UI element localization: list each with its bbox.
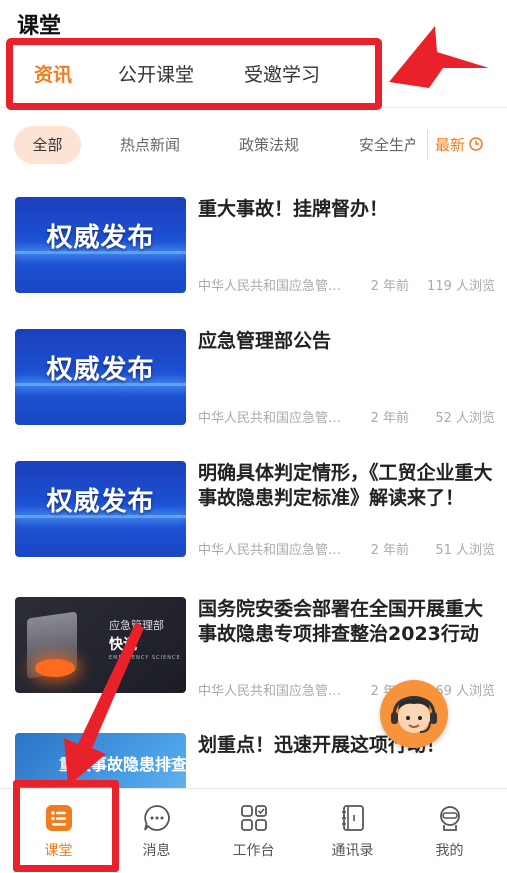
- highlight-box-tabs: [6, 38, 382, 110]
- news-views: 119 人浏览: [427, 279, 495, 294]
- nav-workbench[interactable]: 工作台: [203, 789, 304, 873]
- news-source: 中华人民共和国应急管理部: [198, 279, 343, 294]
- assistant-avatar-icon[interactable]: [380, 680, 448, 748]
- nav-messages[interactable]: 消息: [106, 789, 207, 873]
- nav-label: 我的: [435, 843, 464, 859]
- category-policy[interactable]: 政策法规: [239, 126, 299, 164]
- category-safety-production[interactable]: 安全生产: [359, 126, 415, 164]
- highlight-box-nav: [13, 780, 119, 872]
- thumbnail-text: 权威发布: [46, 355, 155, 385]
- thumbnail-text: 权威发布: [46, 487, 155, 517]
- thumbnail-text: 重大事故隐患排查整治: [59, 755, 186, 774]
- sort-label: 最新: [435, 136, 466, 154]
- thumbnail-text: 应急管理部: [109, 619, 164, 632]
- news-views: 51 人浏览: [435, 543, 495, 558]
- news-thumbnail: 权威发布: [15, 461, 186, 557]
- category-all[interactable]: 全部: [14, 126, 81, 164]
- news-title: 划重点！迅速开展这项行动！: [198, 734, 446, 756]
- news-meta: 中华人民共和国应急管理部 2 年前 51 人浏览: [198, 539, 495, 558]
- news-time: 2 年前: [370, 279, 409, 294]
- contacts-icon: [338, 803, 368, 833]
- news-thumbnail: 应急管理部 快讯 EMERGENCY SCIENCE: [15, 597, 186, 693]
- category-separator: [427, 130, 428, 160]
- news-meta: 中华人民共和国应急管理部 2 年前 52 人浏览: [198, 407, 495, 426]
- news-time: 2 年前: [370, 543, 409, 558]
- news-meta: 中华人民共和国应急管理部 2 年前 69 人浏览: [198, 680, 495, 699]
- sort-latest-button[interactable]: 最新: [435, 126, 483, 164]
- news-thumbnail: 权威发布: [15, 329, 186, 425]
- page-title: 课堂: [17, 14, 62, 39]
- news-thumbnail: 权威发布: [15, 197, 186, 293]
- nav-label: 工作台: [232, 843, 275, 859]
- news-item[interactable]: 权威发布 重大事故！挂牌督办！ 中华人民共和国应急管理部 2 年前 119 人浏…: [0, 197, 507, 317]
- news-title: 重大事故！挂牌督办！: [198, 198, 389, 220]
- glow-graphic: [35, 659, 75, 677]
- thumbnail-text: EMERGENCY SCIENCE: [109, 655, 181, 661]
- message-icon: [142, 803, 172, 833]
- workbench-icon: [239, 803, 269, 833]
- nav-label: 消息: [142, 843, 171, 859]
- news-title: 明确具体判定情形，《工贸企业重大事故隐患判定标准》解读来了！: [198, 462, 493, 509]
- nav-label: 通讯录: [331, 843, 374, 859]
- news-time: 2 年前: [370, 411, 409, 426]
- news-source: 中华人民共和国应急管理部: [198, 543, 343, 558]
- news-title: 应急管理部公告: [198, 330, 332, 352]
- news-item[interactable]: 权威发布 应急管理部公告 中华人民共和国应急管理部 2 年前 52 人浏览: [0, 329, 507, 449]
- news-item[interactable]: 权威发布 明确具体判定情形，《工贸企业重大事故隐患判定标准》解读来了！ 中华人民…: [0, 461, 507, 581]
- profile-icon: [435, 803, 465, 833]
- clock-icon: [469, 127, 483, 165]
- nav-contacts[interactable]: 通讯录: [302, 789, 403, 873]
- category-bar: 全部 热点新闻 政策法规 安全生产 最新: [0, 120, 507, 172]
- news-meta: 中华人民共和国应急管理部 2 年前 119 人浏览: [198, 275, 495, 294]
- thumbnail-text: 快讯: [109, 637, 137, 653]
- news-views: 52 人浏览: [435, 411, 495, 426]
- news-title: 国务院安委会部署在全国开展重大事故隐患专项排查整治2023行动: [198, 598, 484, 645]
- thumbnail-text: 权威发布: [46, 223, 155, 253]
- news-source: 中华人民共和国应急管理部: [198, 684, 343, 699]
- category-hot-news[interactable]: 热点新闻: [120, 126, 180, 164]
- nav-profile[interactable]: 我的: [399, 789, 500, 873]
- news-source: 中华人民共和国应急管理部: [198, 411, 343, 426]
